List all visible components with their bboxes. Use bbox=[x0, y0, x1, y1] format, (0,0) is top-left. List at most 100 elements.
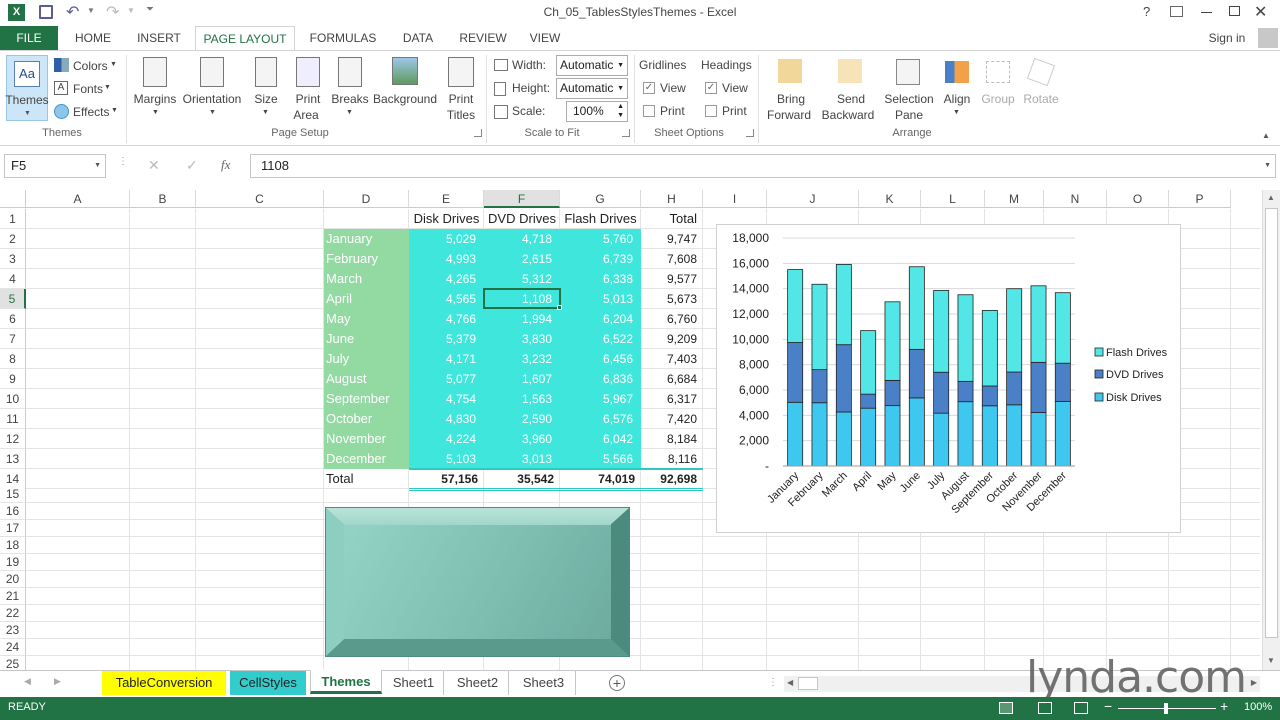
formula-bar-grip-icon[interactable]: ⋮ bbox=[118, 157, 128, 167]
grand-total-cell[interactable]: 92,698 bbox=[641, 469, 703, 489]
total-cell[interactable]: 7,608 bbox=[641, 249, 703, 269]
orientation-button[interactable]: Orientation ▼ bbox=[180, 55, 244, 123]
new-sheet-icon[interactable]: + bbox=[609, 675, 625, 691]
tab-split-icon[interactable]: ⋮ bbox=[768, 677, 778, 688]
row-header-20[interactable]: 20 bbox=[0, 571, 26, 588]
row-header-13[interactable]: 13 bbox=[0, 449, 26, 469]
zoom-level[interactable]: 100% bbox=[1244, 701, 1272, 713]
month-cell[interactable]: October bbox=[324, 409, 409, 429]
column-header-k[interactable]: K bbox=[859, 190, 921, 208]
data-cell[interactable]: 6,522 bbox=[560, 329, 641, 349]
minimize-icon[interactable] bbox=[1201, 12, 1212, 13]
row-header-5[interactable]: 5 bbox=[0, 289, 26, 309]
bevel-rectangle-shape[interactable] bbox=[325, 507, 630, 657]
data-cell[interactable]: 5,013 bbox=[560, 289, 641, 309]
h-scroll-thumb[interactable] bbox=[798, 677, 818, 690]
fonts-button[interactable]: A Fonts ▼ bbox=[54, 80, 118, 98]
column-header-e[interactable]: E bbox=[409, 190, 484, 208]
data-cell[interactable]: 6,204 bbox=[560, 309, 641, 329]
data-cell[interactable]: 5,077 bbox=[409, 369, 484, 389]
customize-qat-icon[interactable]: ⏷ bbox=[146, 4, 154, 15]
scroll-down-icon[interactable]: ▼ bbox=[1267, 656, 1275, 665]
undo-icon[interactable]: ↶ bbox=[66, 2, 79, 22]
bring-forward-button[interactable]: Bring Forward bbox=[764, 55, 818, 123]
column-header-n[interactable]: N bbox=[1044, 190, 1107, 208]
total-cell[interactable]: 7,403 bbox=[641, 349, 703, 369]
effects-button[interactable]: Effects ▼ bbox=[54, 103, 120, 121]
sheet-tab-cellstyles[interactable]: CellStyles bbox=[230, 671, 306, 695]
row-header-15[interactable]: 15 bbox=[0, 486, 26, 503]
breaks-button[interactable]: Breaks ▼ bbox=[330, 55, 370, 123]
column-header-g[interactable]: G bbox=[560, 190, 641, 208]
data-cell[interactable]: 5,029 bbox=[409, 229, 484, 249]
tab-review[interactable]: REVIEW bbox=[452, 26, 514, 50]
column-header-l[interactable]: L bbox=[921, 190, 985, 208]
background-button[interactable]: Background bbox=[372, 55, 438, 123]
enter-icon[interactable]: ✓ bbox=[186, 157, 198, 174]
fill-handle[interactable] bbox=[557, 305, 562, 310]
chevron-down-icon[interactable]: ▼ bbox=[94, 155, 101, 177]
headings-view-checkbox[interactable]: ✓ bbox=[705, 82, 717, 94]
gridlines-print-checkbox[interactable] bbox=[643, 105, 655, 117]
selection-pane-button[interactable]: Selection Pane bbox=[882, 55, 936, 123]
cancel-icon[interactable]: ✕ bbox=[148, 157, 160, 174]
send-backward-button[interactable]: Send Backward bbox=[820, 55, 882, 123]
tab-file[interactable]: FILE bbox=[0, 26, 58, 50]
scroll-right-icon[interactable]: ▶ bbox=[1251, 678, 1257, 687]
month-cell[interactable]: February bbox=[324, 249, 409, 269]
tab-insert[interactable]: INSERT bbox=[130, 26, 188, 50]
table-header-cell[interactable]: Total bbox=[641, 209, 703, 229]
total-cell[interactable]: 6,317 bbox=[641, 389, 703, 409]
column-header-b[interactable]: B bbox=[130, 190, 196, 208]
data-cell[interactable]: 6,042 bbox=[560, 429, 641, 449]
selected-cell-f5[interactable] bbox=[483, 288, 561, 309]
table-header-cell[interactable]: Flash Drives bbox=[560, 209, 641, 229]
data-cell[interactable]: 1,994 bbox=[484, 309, 560, 329]
grand-total-cell[interactable]: 74,019 bbox=[560, 469, 641, 489]
zoom-out-icon[interactable]: − bbox=[1104, 698, 1112, 714]
data-cell[interactable]: 5,760 bbox=[560, 229, 641, 249]
data-cell[interactable]: 5,379 bbox=[409, 329, 484, 349]
row-header-17[interactable]: 17 bbox=[0, 520, 26, 537]
total-cell[interactable]: 7,420 bbox=[641, 409, 703, 429]
stepper-arrows-icon[interactable]: ▲ ▼ bbox=[617, 102, 624, 120]
row-header-11[interactable]: 11 bbox=[0, 409, 26, 429]
row-header-16[interactable]: 16 bbox=[0, 503, 26, 520]
total-cell[interactable]: 9,209 bbox=[641, 329, 703, 349]
month-cell[interactable]: August bbox=[324, 369, 409, 389]
zoom-slider[interactable] bbox=[1118, 703, 1216, 714]
scroll-thumb[interactable] bbox=[1265, 208, 1278, 638]
row-header-1[interactable]: 1 bbox=[0, 209, 26, 229]
insert-function-icon[interactable]: fx bbox=[221, 157, 230, 173]
help-icon[interactable]: ? bbox=[1143, 4, 1150, 19]
data-cell[interactable]: 5,967 bbox=[560, 389, 641, 409]
data-cell[interactable]: 3,830 bbox=[484, 329, 560, 349]
row-header-3[interactable]: 3 bbox=[0, 249, 26, 269]
save-icon[interactable] bbox=[39, 5, 53, 19]
month-cell[interactable]: April bbox=[324, 289, 409, 309]
month-cell[interactable]: March bbox=[324, 269, 409, 289]
month-cell[interactable]: November bbox=[324, 429, 409, 449]
data-cell[interactable]: 2,590 bbox=[484, 409, 560, 429]
data-cell[interactable]: 4,565 bbox=[409, 289, 484, 309]
column-header-o[interactable]: O bbox=[1107, 190, 1169, 208]
column-header-d[interactable]: D bbox=[324, 190, 409, 208]
normal-view-icon[interactable] bbox=[999, 702, 1013, 714]
month-cell[interactable]: September bbox=[324, 389, 409, 409]
ribbon-display-icon[interactable] bbox=[1170, 6, 1183, 17]
table-header-cell[interactable]: Disk Drives bbox=[409, 209, 484, 229]
column-header-p[interactable]: P bbox=[1169, 190, 1231, 208]
data-cell[interactable]: 3,013 bbox=[484, 449, 560, 469]
data-cell[interactable]: 3,960 bbox=[484, 429, 560, 449]
sheet-tab-themes[interactable]: Themes bbox=[310, 670, 382, 694]
data-cell[interactable]: 4,265 bbox=[409, 269, 484, 289]
column-header-i[interactable]: I bbox=[703, 190, 767, 208]
row-header-10[interactable]: 10 bbox=[0, 389, 26, 409]
colors-button[interactable]: Colors ▼ bbox=[54, 57, 118, 75]
data-cell[interactable]: 4,766 bbox=[409, 309, 484, 329]
row-header-18[interactable]: 18 bbox=[0, 537, 26, 554]
width-select[interactable]: Automatic ▼ bbox=[556, 55, 628, 76]
row-header-12[interactable]: 12 bbox=[0, 429, 26, 449]
page-break-view-icon[interactable] bbox=[1074, 702, 1088, 714]
grand-total-cell[interactable]: 35,542 bbox=[484, 469, 560, 489]
